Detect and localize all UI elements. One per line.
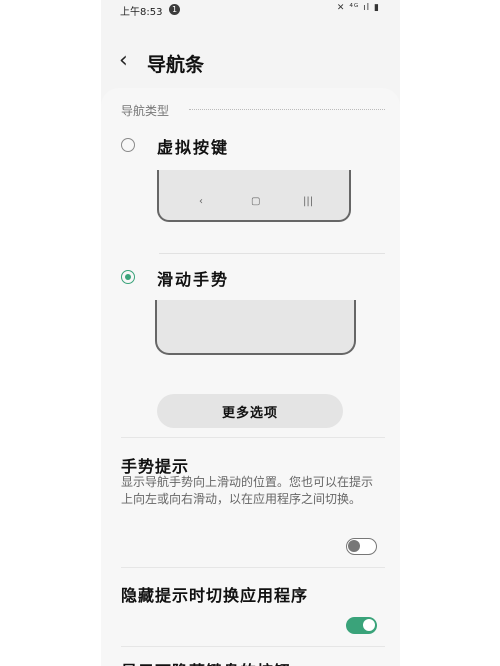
- gesture-hint-toggle[interactable]: [346, 538, 377, 555]
- status-bar: 上午8:53 1 ✕ ⁴ᴳ ıl ▮: [101, 0, 400, 20]
- phone-screen: 上午8:53 1 ✕ ⁴ᴳ ıl ▮ ‹ 导航条 导航类型 虚拟按键 ‹ ▢ |…: [101, 0, 400, 666]
- divider: [121, 437, 385, 438]
- radio-virtual-keys[interactable]: [121, 138, 135, 152]
- status-time: 上午8:53: [120, 7, 163, 18]
- app-bar: ‹ 导航条: [101, 44, 400, 80]
- gesture-hint-description: 显示导航手势向上滑动的位置。您也可以在提示上向左或向右滑动，以在应用程序之间切换…: [121, 475, 374, 506]
- more-options-button[interactable]: 更多选项: [157, 394, 343, 428]
- recent-apps-nav-icon: ‹: [199, 196, 203, 207]
- notification-badge: 1: [169, 4, 180, 15]
- home-nav-icon: ▢: [251, 196, 261, 207]
- section-label-nav-type: 导航类型: [121, 104, 170, 118]
- back-arrow-icon[interactable]: ‹: [119, 49, 128, 73]
- status-icons: ✕ ⁴ᴳ ıl ▮: [336, 3, 380, 13]
- option-divider: [159, 253, 385, 254]
- keyboard-hide-button-title[interactable]: 显示可隐藏键盘的按钮: [121, 658, 291, 666]
- option-virtual-keys-label[interactable]: 虚拟按键: [157, 134, 229, 158]
- page-title: 导航条: [147, 54, 205, 76]
- virtual-keys-preview[interactable]: ‹ ▢ |||: [157, 170, 351, 222]
- swipe-gestures-preview[interactable]: [155, 300, 356, 355]
- back-nav-icon: |||: [303, 196, 314, 207]
- hide-hint-switch-apps-toggle[interactable]: [346, 617, 377, 634]
- divider: [121, 567, 385, 568]
- toggle-knob: [348, 540, 360, 552]
- settings-card: 导航类型 虚拟按键 ‹ ▢ ||| 滑动手势 更多选项 手势提示 显示导航手势向…: [101, 88, 400, 666]
- divider: [121, 646, 385, 647]
- toggle-knob: [363, 619, 375, 631]
- option-swipe-gestures-label[interactable]: 滑动手势: [157, 266, 229, 290]
- hide-hint-switch-apps-title[interactable]: 隐藏提示时切换应用程序: [121, 582, 308, 606]
- section-divider: [189, 109, 385, 110]
- radio-swipe-gestures[interactable]: [121, 270, 135, 284]
